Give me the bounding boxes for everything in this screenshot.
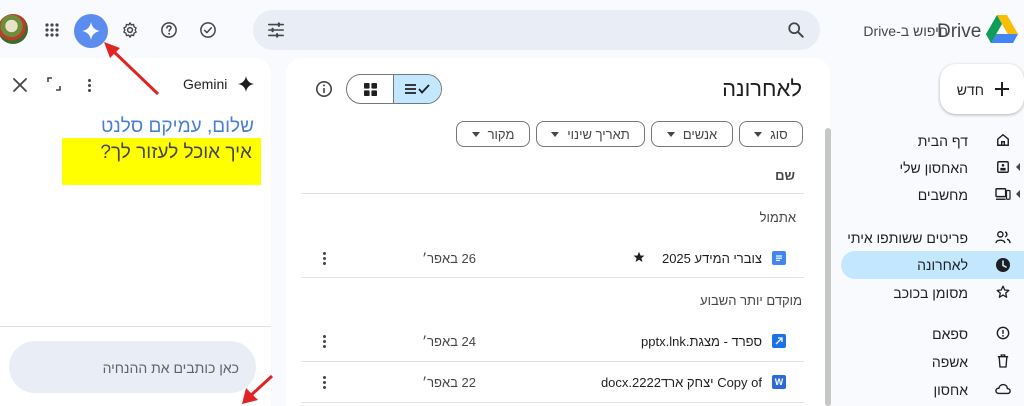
page-title: לאחרונה [722, 76, 802, 101]
expand-arrow-icon[interactable] [1016, 190, 1020, 198]
divider [301, 402, 804, 403]
drive-title: Drive [937, 21, 982, 42]
word-icon: W [772, 375, 786, 389]
grid-icon [363, 82, 377, 96]
gemini-help-question: איך אוכל לעזור לך? [100, 142, 252, 163]
row-more-options-icon[interactable] [316, 250, 332, 266]
avatar[interactable] [0, 14, 28, 44]
chevron-down-icon [471, 131, 480, 137]
gemini-greeting: שלום, עמיקם סלנט [100, 116, 254, 137]
sidebar-item-label: אשפה [931, 354, 968, 370]
modified-date: 26 באפר׳ [422, 251, 476, 266]
sidebar-item-label: מסומן בכוכב [893, 285, 968, 301]
search-options-icon[interactable] [267, 21, 285, 39]
grid-view-button[interactable] [347, 75, 395, 103]
computers-icon [995, 187, 1011, 203]
divider [301, 193, 804, 194]
gemini-sparkle-icon [82, 22, 100, 40]
drive-logo-icon[interactable] [986, 14, 1018, 44]
ready-for-offline-icon[interactable] [192, 14, 224, 46]
divider [0, 326, 271, 327]
expand-arrow-icon[interactable] [1016, 163, 1020, 171]
apps-grid-icon[interactable] [36, 14, 68, 46]
home-icon [996, 133, 1012, 149]
close-icon[interactable] [12, 77, 28, 93]
list-check-icon [404, 84, 430, 94]
sidebar-item-label: אחסון [933, 382, 968, 398]
my-drive-icon [996, 160, 1012, 176]
view-toggle[interactable] [346, 74, 442, 104]
gemini-panel-title: Gemini [183, 76, 228, 92]
search-bar[interactable] [253, 10, 820, 50]
divider [301, 361, 804, 362]
scrollbar[interactable] [825, 128, 831, 406]
new-button-label[interactable]: חדש [957, 82, 984, 98]
annotation-arrow-icon [104, 42, 160, 96]
sidebar-item-label: ספאם [932, 326, 968, 342]
shared-icon [995, 230, 1011, 246]
sidebar-item-label: מחשבים [917, 187, 968, 203]
modified-date: 22 באפר׳ [422, 375, 476, 390]
clock-icon [995, 257, 1011, 273]
row-more-options-icon[interactable] [316, 374, 332, 390]
row-more-options-icon[interactable] [316, 333, 332, 349]
docs-icon [772, 251, 786, 265]
sidebar-item-label: האחסון שלי [899, 160, 969, 176]
list-view-button[interactable] [394, 75, 441, 103]
sidebar-item-label: דף הבית [917, 133, 968, 149]
group-label: אתמול [759, 210, 796, 225]
filter-people-chip[interactable]: אנשים [651, 121, 733, 147]
chevron-down-icon [551, 131, 560, 137]
expand-icon[interactable] [47, 77, 61, 91]
search-input[interactable]: חיפוש ב-Drive [863, 23, 948, 39]
column-header-name[interactable]: שם [775, 168, 795, 183]
filter-source-chip[interactable]: מקור [456, 121, 530, 147]
plus-icon[interactable] [994, 81, 1010, 97]
group-label: מוקדם יותר השבוע [700, 293, 802, 308]
sidebar-item-label: לאחרונה [917, 257, 968, 273]
file-name[interactable]: Copy of יצחק ארד2222.docx [601, 375, 762, 390]
search-icon[interactable] [787, 21, 805, 39]
annotation-arrow-icon [242, 374, 274, 404]
cloud-icon [995, 383, 1011, 399]
modified-date: 24 באפר׳ [422, 334, 476, 349]
chevron-down-icon [754, 131, 763, 137]
info-icon[interactable] [315, 80, 333, 98]
link-file-icon [772, 334, 786, 348]
file-name[interactable]: ספרד - מצגת.pptx.lnk [641, 334, 762, 349]
sidebar-item-label: פריטים ששותפו איתי [847, 230, 968, 246]
filter-modified-chip[interactable]: תאריך שינוי [536, 121, 645, 147]
chevron-down-icon [666, 131, 675, 137]
trash-icon [997, 354, 1013, 370]
starred-icon [633, 251, 645, 263]
filter-type-chip[interactable]: סוג [739, 121, 803, 147]
divider [301, 277, 804, 278]
gemini-more-options-icon[interactable] [81, 77, 97, 93]
file-name[interactable]: צוברי המידע 2025 [662, 251, 762, 266]
gemini-star-icon [238, 76, 254, 92]
spam-icon [996, 326, 1012, 342]
star-icon [996, 285, 1012, 301]
gemini-prompt-placeholder[interactable]: כאן כותבים את ההנחיה [103, 360, 239, 376]
